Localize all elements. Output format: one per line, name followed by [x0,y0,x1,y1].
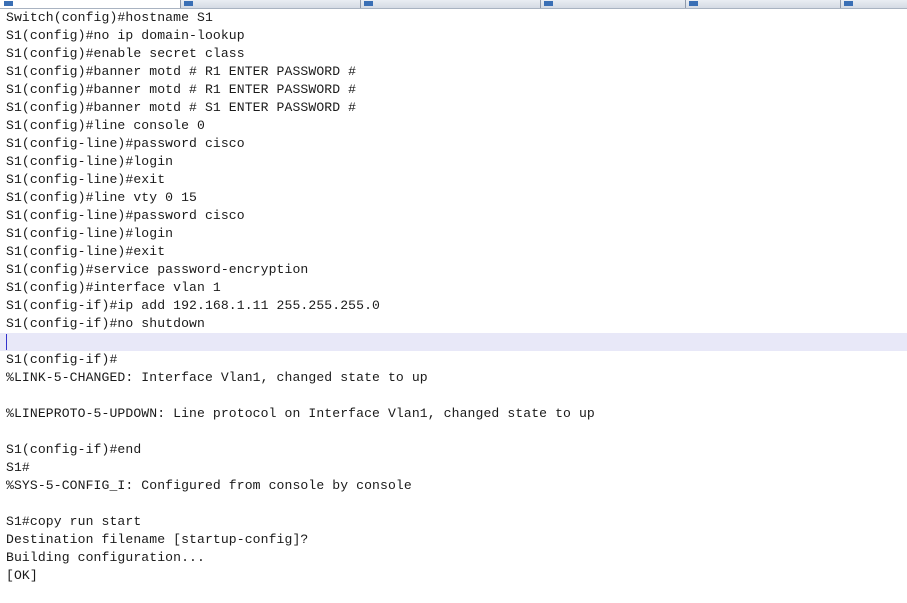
terminal-line: S1(config)#banner motd # S1 ENTER PASSWO… [6,100,357,115]
terminal-line: S1(config)#line vty 0 15 [6,190,197,205]
terminal-line: S1#copy run start [6,514,142,529]
terminal-icon [184,1,193,6]
text-cursor [6,334,7,350]
terminal-line: S1(config)#service password-encryption [6,262,309,277]
terminal-line: S1(config)#banner motd # R1 ENTER PASSWO… [6,82,357,97]
terminal-icon [364,1,373,6]
terminal-line: S1# [6,460,30,475]
terminal-line: Switch(config)#hostname S1 [6,10,213,25]
terminal-icon [844,1,853,6]
terminal-line: Building configuration... [6,550,205,565]
tab-strip [0,0,907,9]
terminal-line: S1(config-line)#password cisco [6,136,245,151]
terminal-line: S1(config-if)#end [6,442,142,457]
terminal-line: S1(config)#line console 0 [6,118,205,133]
terminal-line: S1(config-line)#login [6,226,174,241]
terminal-icon [689,1,698,6]
terminal-window: Switch(config)#hostname S1 S1(config)#no … [0,0,907,603]
terminal-line: S1(config-line)#exit [6,172,166,187]
terminal-line: S1(config)#enable secret class [6,46,245,61]
terminal-line: S1(config-line)#password cisco [6,208,245,223]
tab-4[interactable] [540,0,686,8]
terminal-line: [OK] [6,568,38,583]
terminal-line: S1(config)#interface vlan 1 [6,280,221,295]
tab-2[interactable] [180,0,361,8]
terminal-line: %LINK-5-CHANGED: Interface Vlan1, change… [6,370,428,385]
terminal-line: S1(config-if)#ip add 192.168.1.11 255.25… [6,298,381,313]
terminal-line: S1(config-if)# [6,352,118,367]
terminal-icon [4,1,13,6]
tab-3[interactable] [360,0,541,8]
terminal-line: %SYS-5-CONFIG_I: Configured from console… [6,478,412,493]
tab-6[interactable] [840,0,907,8]
terminal-line: S1(config)#no ip domain-lookup [6,28,245,43]
terminal-line: S1(config-if)#no shutdown [6,316,205,331]
terminal-icon [544,1,553,6]
tab-5[interactable] [685,0,841,8]
terminal-line: S1(config)#banner motd # R1 ENTER PASSWO… [6,64,357,79]
terminal-line: %LINEPROTO-5-UPDOWN: Line protocol on In… [6,406,595,421]
terminal-line: S1(config-line)#login [6,154,174,169]
console-output[interactable]: Switch(config)#hostname S1 S1(config)#no … [0,9,907,603]
terminal-line: Destination filename [startup-config]? [6,532,309,547]
cursor-line [0,333,907,351]
tab-1[interactable] [0,0,181,8]
terminal-line: S1(config-line)#exit [6,244,166,259]
